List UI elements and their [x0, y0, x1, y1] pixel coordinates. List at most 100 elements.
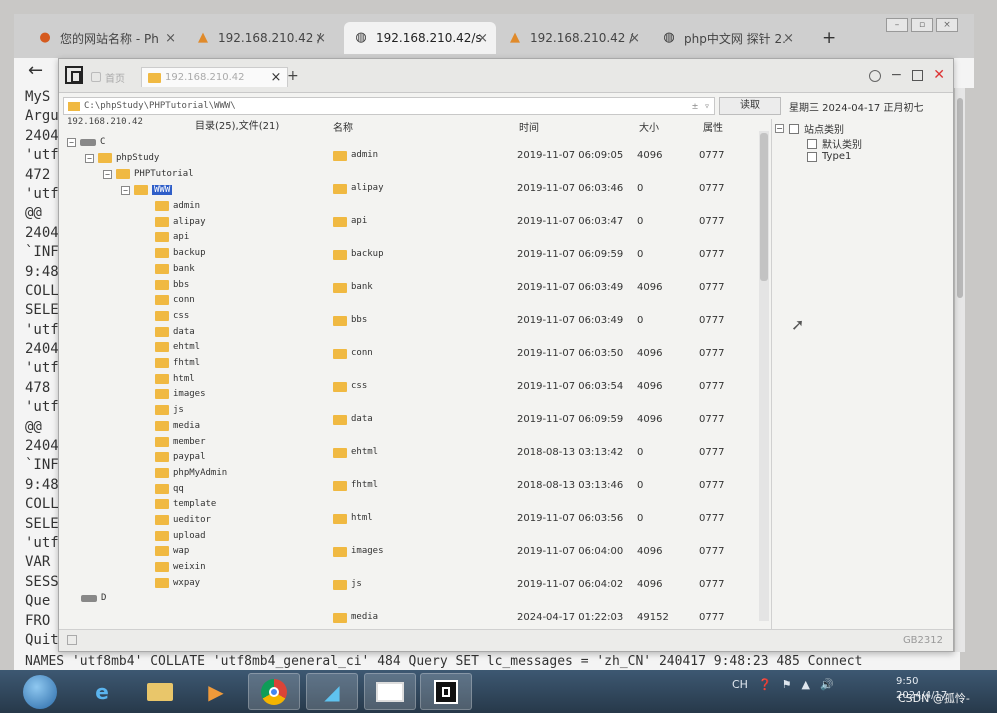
- close-icon[interactable]: ×: [165, 31, 176, 46]
- chevron-down-icon[interactable]: ± ▿: [692, 101, 710, 112]
- close-icon[interactable]: ×: [936, 18, 958, 32]
- category-type1[interactable]: Type1: [807, 151, 851, 162]
- read-button[interactable]: 读取: [719, 97, 781, 115]
- tree-node-template[interactable]: template: [155, 497, 216, 511]
- close-icon[interactable]: ×: [783, 31, 794, 46]
- collapse-icon[interactable]: −: [67, 137, 76, 147]
- table-row[interactable]: data 2019-11-07 06:09:59 4096 0777: [329, 411, 749, 431]
- collapse-icon[interactable]: −: [121, 185, 130, 195]
- tree-node-qq[interactable]: qq: [155, 482, 184, 496]
- maximize-icon[interactable]: ▫: [911, 18, 933, 32]
- tree-node-js[interactable]: js: [155, 403, 184, 417]
- app-taskbar-button[interactable]: ◢: [306, 673, 358, 710]
- tree-node-drive-d[interactable]: D: [81, 591, 106, 605]
- path-bar[interactable]: C:\phpStudy\PHPTutorial\WWW\ ± ▿: [63, 97, 715, 115]
- tree-node-phpmyadmin[interactable]: phpMyAdmin: [155, 466, 227, 480]
- start-button[interactable]: [16, 673, 64, 710]
- tree-node-html[interactable]: html: [155, 372, 195, 386]
- tray-icon[interactable]: 🔊: [820, 678, 834, 691]
- chrome-taskbar-button[interactable]: [248, 673, 300, 710]
- scrollbar-thumb[interactable]: [957, 98, 963, 298]
- tree-node-css[interactable]: css: [155, 309, 189, 323]
- fm-tab-host[interactable]: 192.168.210.42 ×: [141, 67, 289, 87]
- table-row[interactable]: backup 2019-11-07 06:09:59 0 0777: [329, 246, 749, 266]
- scrollbar-thumb[interactable]: [760, 133, 768, 281]
- tree-node-fhtml[interactable]: fhtml: [155, 356, 200, 370]
- file-list-scrollbar[interactable]: [759, 131, 769, 621]
- tree-node-ehtml[interactable]: ehtml: [155, 340, 200, 354]
- tree-node-upload[interactable]: upload: [155, 529, 206, 543]
- minimize-icon[interactable]: −: [891, 67, 903, 83]
- table-row[interactable]: api 2019-11-07 06:03:47 0 0777: [329, 213, 749, 233]
- column-header-size[interactable]: 大小: [639, 119, 659, 134]
- table-row[interactable]: conn 2019-11-07 06:03:50 4096 0777: [329, 345, 749, 365]
- collapse-icon[interactable]: −: [103, 169, 112, 179]
- maximize-icon[interactable]: [912, 70, 924, 81]
- tree-node-wxpay[interactable]: wxpay: [155, 576, 200, 590]
- browser-tab-3[interactable]: ◍ 192.168.210.42/s ×: [344, 22, 496, 54]
- tree-node-drive-c[interactable]: − C: [67, 135, 105, 149]
- explorer-taskbar-button[interactable]: [134, 673, 186, 710]
- fm-new-tab-button[interactable]: +: [287, 68, 299, 84]
- table-row[interactable]: html 2019-11-07 06:03:56 0 0777: [329, 510, 749, 530]
- browser-tab-1[interactable]: ● 您的网站名称 - Ph ×: [28, 22, 184, 54]
- table-row[interactable]: js 2019-11-07 06:04:02 4096 0777: [329, 576, 749, 596]
- back-arrow-icon[interactable]: ←: [28, 60, 43, 81]
- media-taskbar-button[interactable]: ▶: [190, 673, 242, 710]
- browser-tab-5[interactable]: ◍ php中文网 探针 2. ×: [652, 22, 802, 54]
- tree-node-bbs[interactable]: bbs: [155, 278, 189, 292]
- minimize-icon[interactable]: –: [886, 18, 908, 32]
- table-row[interactable]: css 2019-11-07 06:03:54 4096 0777: [329, 378, 749, 398]
- table-row[interactable]: images 2019-11-07 06:04:00 4096 0777: [329, 543, 749, 563]
- collapse-icon[interactable]: −: [85, 153, 94, 163]
- tree-node-admin[interactable]: admin: [155, 199, 200, 213]
- column-header-attr[interactable]: 属性: [703, 119, 723, 134]
- tree-node-phptutorial[interactable]: − PHPTutorial: [103, 167, 194, 181]
- column-header-time[interactable]: 时间: [519, 119, 539, 134]
- tree-node-conn[interactable]: conn: [155, 293, 195, 307]
- tree-node-paypal[interactable]: paypal: [155, 450, 206, 464]
- close-icon[interactable]: ✕: [933, 67, 945, 83]
- tree-node-ueditor[interactable]: ueditor: [155, 513, 211, 527]
- tree-node-member[interactable]: member: [155, 435, 206, 449]
- table-row[interactable]: fhtml 2018-08-13 03:13:46 0 0777: [329, 477, 749, 497]
- tree-node-phpstudy[interactable]: − phpStudy: [85, 151, 159, 165]
- circle-icon[interactable]: [868, 70, 881, 82]
- tray-icon[interactable]: ⚑: [782, 678, 792, 691]
- close-icon[interactable]: ×: [315, 31, 326, 46]
- window-taskbar-button[interactable]: [364, 673, 416, 710]
- tree-node-images[interactable]: images: [155, 387, 206, 401]
- close-icon[interactable]: ×: [629, 31, 640, 46]
- table-row[interactable]: bbs 2019-11-07 06:03:49 0 0777: [329, 312, 749, 332]
- close-icon[interactable]: ×: [477, 31, 488, 46]
- checkbox[interactable]: [807, 138, 817, 149]
- ie-taskbar-button[interactable]: e: [76, 673, 128, 710]
- new-tab-button[interactable]: +: [822, 28, 836, 48]
- file-manager-taskbar-button[interactable]: [420, 673, 472, 710]
- table-row[interactable]: bank 2019-11-07 06:03:49 4096 0777: [329, 279, 749, 299]
- encoding-label[interactable]: GB2312: [903, 635, 943, 646]
- checkbox[interactable]: [807, 151, 817, 162]
- tree-node-api[interactable]: api: [155, 230, 189, 244]
- tree-node-bank[interactable]: bank: [155, 262, 195, 276]
- close-icon[interactable]: ×: [271, 70, 282, 85]
- tree-node-media[interactable]: media: [155, 419, 200, 433]
- table-row[interactable]: media 2024-04-17 01:22:03 49152 0777: [329, 609, 749, 629]
- tree-node-alipay[interactable]: alipay: [155, 215, 206, 229]
- fm-tab-home[interactable]: 首页: [91, 67, 125, 87]
- tray-icon[interactable]: CH: [732, 678, 748, 691]
- tree-node-backup[interactable]: backup: [155, 246, 206, 260]
- tray-icon[interactable]: ▲: [802, 678, 810, 691]
- tree-node-data[interactable]: data: [155, 325, 195, 339]
- tree-node-wap[interactable]: wap: [155, 544, 189, 558]
- tray-icon[interactable]: ❓: [758, 678, 772, 691]
- collapse-icon[interactable]: −: [775, 124, 784, 133]
- checkbox[interactable]: [789, 123, 799, 134]
- tree-node-www[interactable]: − WWW: [121, 183, 173, 197]
- page-scrollbar[interactable]: [955, 88, 965, 652]
- browser-tab-4[interactable]: ▲ 192.168.210.42 / ×: [498, 22, 648, 54]
- category-root[interactable]: − 站点类别: [775, 121, 844, 136]
- category-default[interactable]: 默认类别: [807, 136, 862, 151]
- table-row[interactable]: alipay 2019-11-07 06:03:46 0 0777: [329, 180, 749, 200]
- column-header-name[interactable]: 名称: [333, 119, 353, 134]
